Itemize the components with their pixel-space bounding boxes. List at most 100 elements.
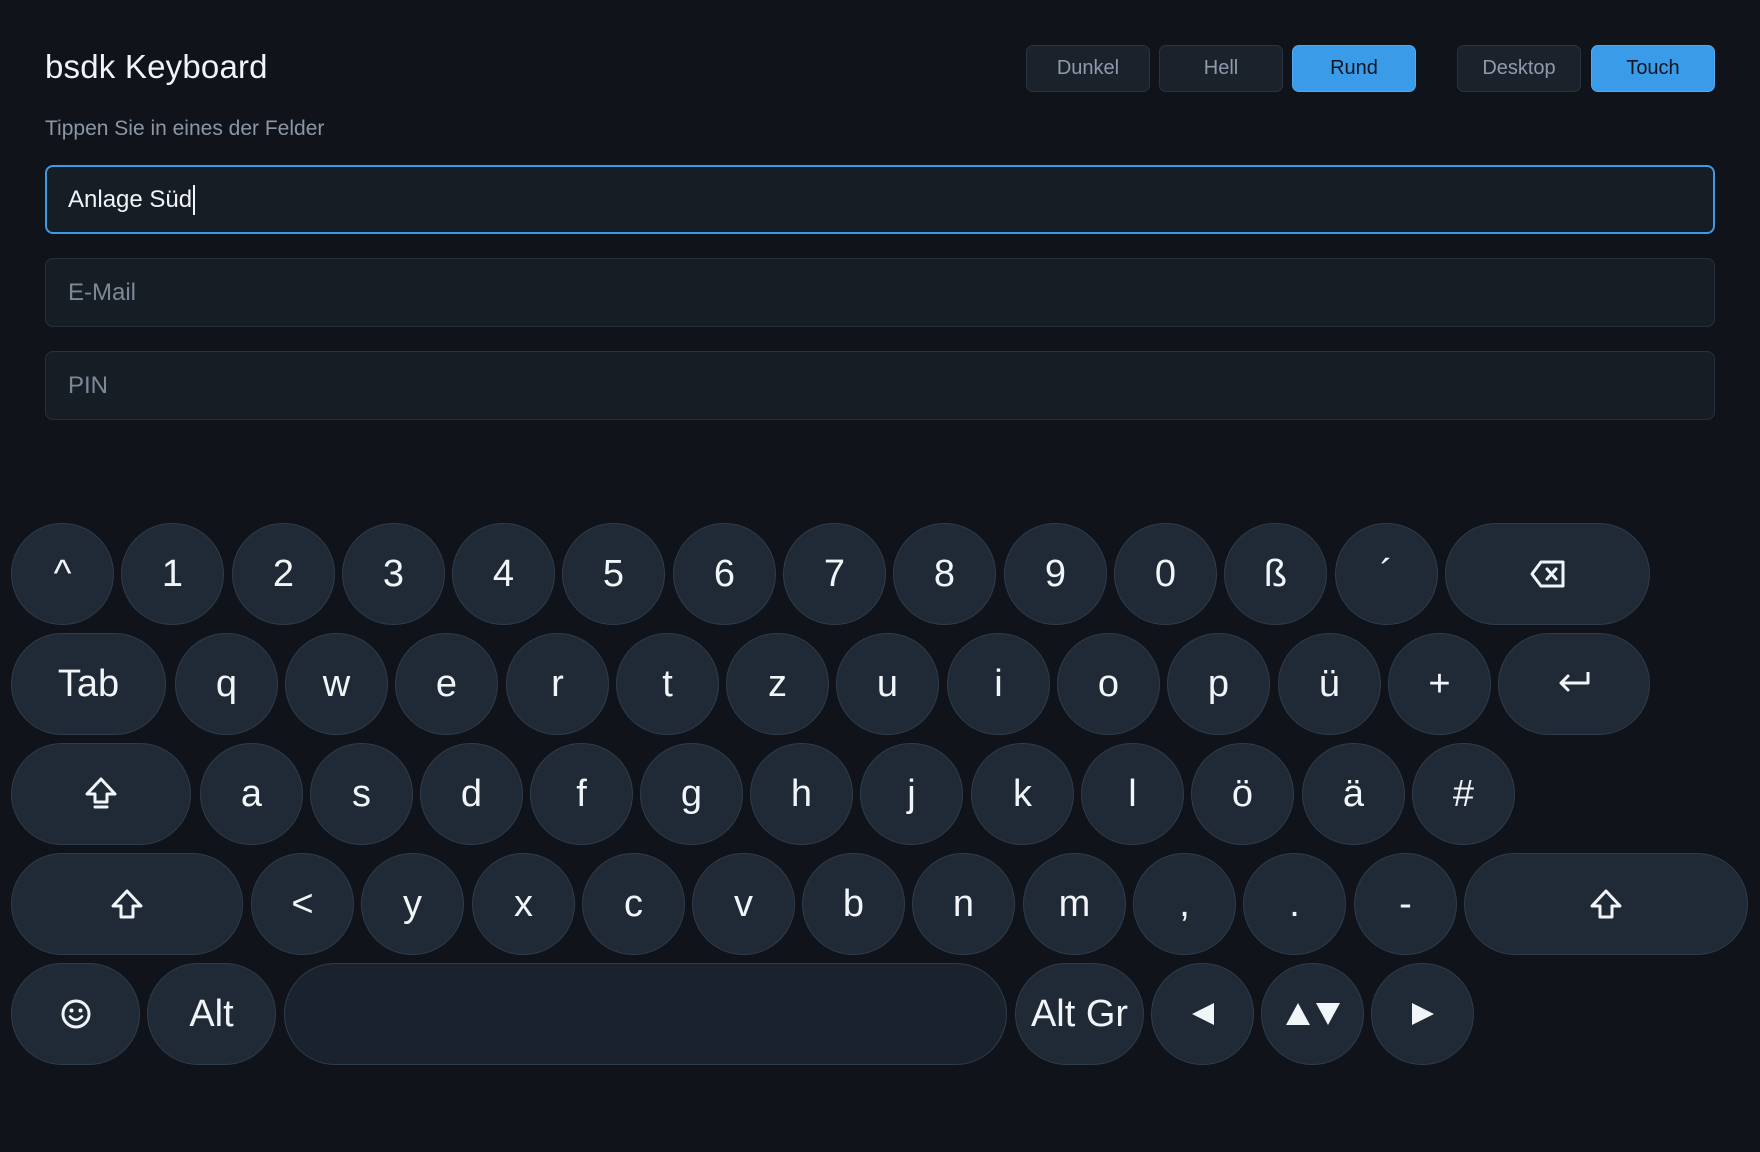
key-3[interactable]: 3 — [342, 523, 445, 625]
mode-button-touch[interactable]: Touch — [1591, 45, 1715, 92]
key-shift-right[interactable] — [1464, 853, 1748, 955]
email-field[interactable]: E-Mail — [45, 258, 1715, 327]
key-u-umlaut[interactable]: ü — [1278, 633, 1381, 735]
key-i[interactable]: i — [947, 633, 1050, 735]
key-7[interactable]: 7 — [783, 523, 886, 625]
key-a-umlaut[interactable]: ä — [1302, 743, 1405, 845]
key-arrow-left[interactable] — [1151, 963, 1254, 1065]
key-v[interactable]: v — [692, 853, 795, 955]
key-label: a — [240, 772, 263, 815]
key-label: 4 — [492, 552, 515, 595]
key-s[interactable]: s — [310, 743, 413, 845]
key-alt[interactable]: Alt — [147, 963, 276, 1065]
key-w[interactable]: w — [285, 633, 388, 735]
key-0[interactable]: 0 — [1114, 523, 1217, 625]
key-label: p — [1207, 662, 1230, 705]
key-label: + — [1428, 662, 1451, 705]
key-u[interactable]: u — [836, 633, 939, 735]
key-h[interactable]: h — [750, 743, 853, 845]
pin-field-placeholder: PIN — [68, 371, 109, 399]
key-e[interactable]: e — [395, 633, 498, 735]
key-comma[interactable]: , — [1133, 853, 1236, 955]
key-label: Alt — [189, 992, 234, 1035]
pin-field[interactable]: PIN — [45, 351, 1715, 420]
key-label: Tab — [57, 662, 120, 705]
key-arrow-up-down[interactable] — [1261, 963, 1364, 1065]
key-label: ´ — [1380, 552, 1393, 595]
theme-button-hell[interactable]: Hell — [1159, 45, 1283, 92]
key-label: 9 — [1044, 552, 1067, 595]
key-q[interactable]: q — [175, 633, 278, 735]
key-5[interactable]: 5 — [562, 523, 665, 625]
key-label: q — [215, 662, 238, 705]
key-8[interactable]: 8 — [893, 523, 996, 625]
key-label: 0 — [1154, 552, 1177, 595]
key-o-umlaut[interactable]: ö — [1191, 743, 1294, 845]
key-acute[interactable]: ´ — [1335, 523, 1438, 625]
key-tab[interactable]: Tab — [11, 633, 166, 735]
mode-button-desktop[interactable]: Desktop — [1457, 45, 1581, 92]
key-9[interactable]: 9 — [1004, 523, 1107, 625]
key-l[interactable]: l — [1081, 743, 1184, 845]
key-shift-left[interactable] — [11, 853, 243, 955]
key-label: i — [994, 662, 1003, 705]
key-n[interactable]: n — [912, 853, 1015, 955]
key-label: . — [1289, 882, 1300, 925]
text-caret — [193, 184, 196, 215]
key-plus[interactable]: + — [1388, 633, 1491, 735]
key-caret[interactable]: ^ — [11, 523, 114, 625]
name-field[interactable]: Anlage Süd — [45, 165, 1715, 234]
key-arrow-right[interactable] — [1371, 963, 1474, 1065]
key-c[interactable]: c — [582, 853, 685, 955]
key-space[interactable] — [284, 963, 1007, 1065]
key-emoji[interactable] — [11, 963, 140, 1065]
key-minus[interactable]: - — [1354, 853, 1457, 955]
key-backspace[interactable] — [1445, 523, 1650, 625]
key-m[interactable]: m — [1023, 853, 1126, 955]
key-label: ß — [1263, 552, 1288, 595]
email-field-placeholder: E-Mail — [68, 278, 137, 306]
key-period[interactable]: . — [1243, 853, 1346, 955]
key-k[interactable]: k — [971, 743, 1074, 845]
key-enter[interactable] — [1498, 633, 1650, 735]
key-label: h — [790, 772, 813, 815]
key-label: g — [680, 772, 703, 815]
theme-button-rund[interactable]: Rund — [1292, 45, 1416, 92]
key-4[interactable]: 4 — [452, 523, 555, 625]
key-hash[interactable]: # — [1412, 743, 1515, 845]
theme-button-dunkel[interactable]: Dunkel — [1026, 45, 1150, 92]
arrow-left-icon — [1189, 1000, 1217, 1028]
key-label: 2 — [272, 552, 295, 595]
key-6[interactable]: 6 — [673, 523, 776, 625]
key-b[interactable]: b — [802, 853, 905, 955]
key-label: ^ — [53, 552, 72, 595]
key-x[interactable]: x — [472, 853, 575, 955]
key-label: , — [1179, 882, 1190, 925]
key-p[interactable]: p — [1167, 633, 1270, 735]
caps-lock-icon — [84, 777, 118, 811]
key-label: v — [734, 882, 753, 925]
key-y[interactable]: y — [361, 853, 464, 955]
key-label: z — [768, 662, 787, 705]
key-label: w — [322, 662, 351, 705]
key-alt-gr[interactable]: Alt Gr — [1015, 963, 1144, 1065]
key-f[interactable]: f — [530, 743, 633, 845]
key-label: e — [435, 662, 458, 705]
key-r[interactable]: r — [506, 633, 609, 735]
key-d[interactable]: d — [420, 743, 523, 845]
key-1[interactable]: 1 — [121, 523, 224, 625]
key-a[interactable]: a — [200, 743, 303, 845]
key-label: k — [1013, 772, 1032, 815]
key-label: # — [1452, 772, 1475, 815]
name-field-value: Anlage Süd — [68, 185, 193, 213]
key-sharp-s[interactable]: ß — [1224, 523, 1327, 625]
key-t[interactable]: t — [616, 633, 719, 735]
key-2[interactable]: 2 — [232, 523, 335, 625]
key-g[interactable]: g — [640, 743, 743, 845]
key-z[interactable]: z — [726, 633, 829, 735]
key-less-than[interactable]: < — [251, 853, 354, 955]
key-label: < — [291, 882, 314, 925]
key-j[interactable]: j — [860, 743, 963, 845]
key-caps-lock[interactable] — [11, 743, 191, 845]
key-o[interactable]: o — [1057, 633, 1160, 735]
